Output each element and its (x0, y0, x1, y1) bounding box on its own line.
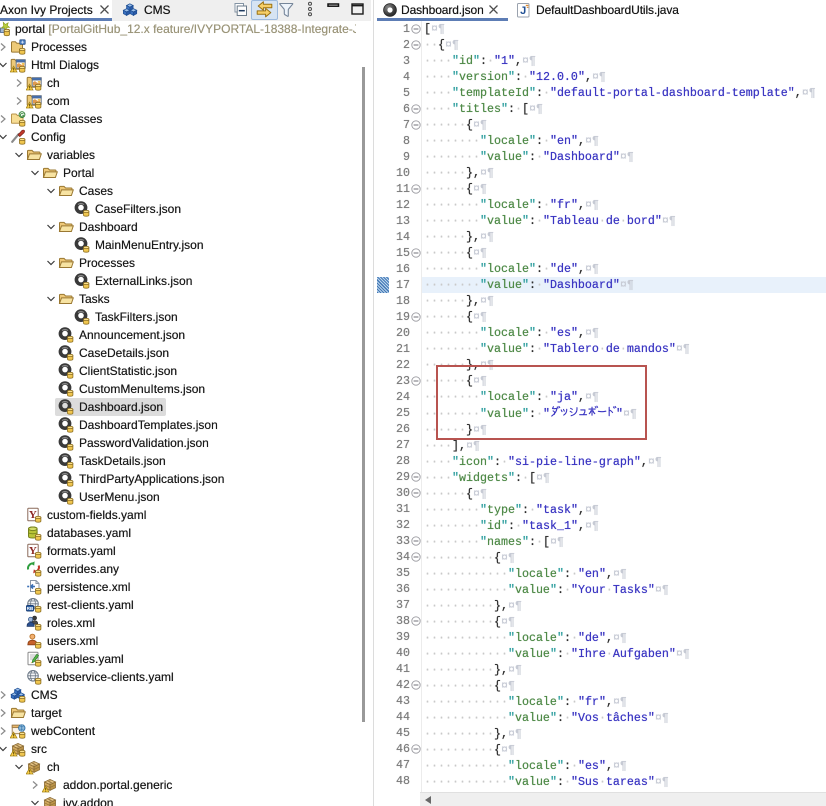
svg-text:RB: RB (27, 606, 34, 611)
svg-text:G: G (20, 113, 24, 119)
svg-text:J: J (520, 5, 526, 17)
